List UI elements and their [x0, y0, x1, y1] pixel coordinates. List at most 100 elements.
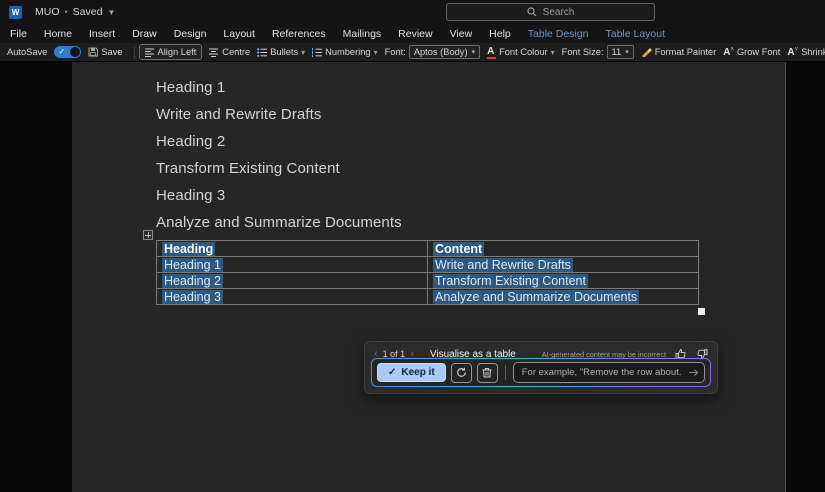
autosave-group: AutoSave ✓ [7, 46, 81, 58]
copilot-command-bar: ✓ Keep it [371, 358, 711, 387]
grow-font-label: Grow Font [737, 47, 780, 57]
menu-table-design[interactable]: Table Design [528, 28, 589, 40]
table-header-row[interactable]: Heading Content [157, 241, 699, 257]
menu-insert[interactable]: Insert [89, 28, 115, 40]
save-icon [88, 47, 98, 57]
search-icon [527, 7, 537, 17]
send-icon[interactable] [688, 367, 699, 378]
keep-it-button[interactable]: ✓ Keep it [377, 363, 446, 382]
paragraph[interactable]: Heading 1 [156, 74, 402, 101]
centre-label: Centre [222, 47, 250, 57]
shrink-font-icon: A˅ [787, 47, 798, 57]
numbering-icon [312, 48, 322, 57]
font-label: Font: [385, 47, 406, 57]
menu-view[interactable]: View [450, 28, 473, 40]
document-page[interactable]: Heading 1 Write and Rewrite Drafts Headi… [72, 62, 786, 492]
selected-text: Heading 3 [162, 290, 223, 304]
paragraph[interactable]: Transform Existing Content [156, 155, 402, 182]
paragraph[interactable]: Write and Rewrite Drafts [156, 101, 402, 128]
selected-text: Heading [162, 242, 215, 256]
chevron-down-icon[interactable]: ▾ [301, 48, 305, 57]
document-table[interactable]: Heading Content Heading 1 Write and Rewr… [156, 240, 699, 305]
table-header-cell[interactable]: Content [428, 241, 699, 257]
table-row[interactable]: Heading 3 Analyze and Summarize Document… [157, 289, 699, 305]
menu-mailings[interactable]: Mailings [343, 28, 382, 40]
selected-text: Transform Existing Content [433, 274, 588, 288]
table-cell[interactable]: Transform Existing Content [428, 273, 699, 289]
font-size-label: Font Size: [562, 47, 604, 57]
table-cell[interactable]: Heading 2 [157, 273, 428, 289]
doc-name: MUO [35, 6, 60, 18]
delete-button[interactable] [477, 363, 498, 383]
table-move-handle[interactable] [143, 230, 153, 240]
shrink-font-button[interactable]: A˅ Shrink Font [787, 47, 825, 57]
menu-home[interactable]: Home [44, 28, 72, 40]
keep-it-label: Keep it [401, 367, 434, 378]
table-cell[interactable]: Heading 3 [157, 289, 428, 305]
grow-font-button[interactable]: A˄ Grow Font [723, 47, 780, 57]
paragraph[interactable]: Heading 3 [156, 182, 402, 209]
menu-bar: File Home Insert Draw Design Layout Refe… [0, 24, 825, 43]
menu-draw[interactable]: Draw [132, 28, 157, 40]
menu-layout[interactable]: Layout [223, 28, 255, 40]
menu-help[interactable]: Help [489, 28, 511, 40]
font-colour-button[interactable]: A Font Colour ▾ [487, 46, 555, 59]
dot-separator: • [65, 7, 68, 17]
save-label: Save [101, 47, 122, 57]
grow-font-icon: A˄ [723, 47, 734, 57]
table-cell[interactable]: Analyze and Summarize Documents [428, 289, 699, 305]
font-colour-icon: A [487, 46, 496, 59]
ribbon-toolbar: AutoSave ✓ Save Align Left Centre Bullet… [0, 43, 825, 62]
font-size-dropdown[interactable]: 11 ▾ [607, 45, 634, 59]
align-left-icon [145, 48, 155, 57]
search-placeholder: Search [543, 7, 575, 18]
align-left-button[interactable]: Align Left [139, 44, 203, 60]
copilot-prompt-input[interactable] [513, 362, 705, 383]
chevron-down-icon[interactable]: ▼ [107, 8, 115, 17]
paragraph[interactable]: Analyze and Summarize Documents [156, 209, 402, 236]
font-colour-label: Font Colour [499, 47, 548, 57]
format-painter-button[interactable]: Format Painter [641, 47, 716, 57]
numbering-button[interactable]: Numbering ▾ [312, 47, 378, 57]
chevron-down-icon: ▾ [472, 48, 476, 56]
table-header-cell[interactable]: Heading [157, 241, 428, 257]
chevron-down-icon[interactable]: ▾ [551, 48, 555, 57]
font-size-value: 11 [612, 47, 622, 57]
menu-design[interactable]: Design [174, 28, 207, 40]
document-title[interactable]: MUO • Saved ▼ [35, 6, 115, 18]
save-button[interactable]: Save [88, 47, 122, 57]
chevron-down-icon[interactable]: ▾ [374, 48, 378, 57]
table-row[interactable]: Heading 2 Transform Existing Content [157, 273, 699, 289]
table-cell[interactable]: Write and Rewrite Drafts [428, 257, 699, 273]
font-group: Font: Aptos (Body) ▾ [385, 45, 480, 59]
table-resize-handle[interactable] [698, 308, 705, 315]
font-size-group: Font Size: 11 ▾ [562, 45, 634, 59]
font-name-dropdown[interactable]: Aptos (Body) ▾ [409, 45, 480, 59]
copilot-input-wrap [513, 362, 705, 383]
menu-file[interactable]: File [10, 28, 27, 40]
save-status: Saved [73, 6, 103, 18]
table-cell[interactable]: Heading 1 [157, 257, 428, 273]
format-painter-label: Format Painter [655, 47, 716, 57]
format-painter-icon [641, 47, 652, 57]
paragraph[interactable]: Heading 2 [156, 128, 402, 155]
copilot-panel: ‹ 1 of 1 › Visualise as a table AI-gener… [364, 341, 718, 394]
shrink-font-label: Shrink Font [801, 47, 825, 57]
table-row[interactable]: Heading 1 Write and Rewrite Drafts [157, 257, 699, 273]
autosave-toggle[interactable]: ✓ [54, 46, 81, 58]
menu-references[interactable]: References [272, 28, 326, 40]
chevron-down-icon: ▾ [625, 48, 629, 56]
check-icon: ✓ [388, 367, 396, 378]
bullets-button[interactable]: Bullets ▾ [257, 47, 305, 57]
divider [505, 365, 506, 380]
search-input[interactable]: Search [446, 3, 655, 21]
numbering-label: Numbering [325, 47, 370, 57]
bullets-label: Bullets [270, 47, 298, 57]
regenerate-button[interactable] [451, 363, 472, 383]
selected-text: Heading 2 [162, 274, 223, 288]
align-left-label: Align Left [158, 47, 197, 57]
menu-table-layout[interactable]: Table Layout [605, 28, 665, 40]
title-bar: W MUO • Saved ▼ Search [0, 0, 825, 24]
menu-review[interactable]: Review [398, 28, 432, 40]
centre-button[interactable]: Centre [209, 47, 250, 57]
